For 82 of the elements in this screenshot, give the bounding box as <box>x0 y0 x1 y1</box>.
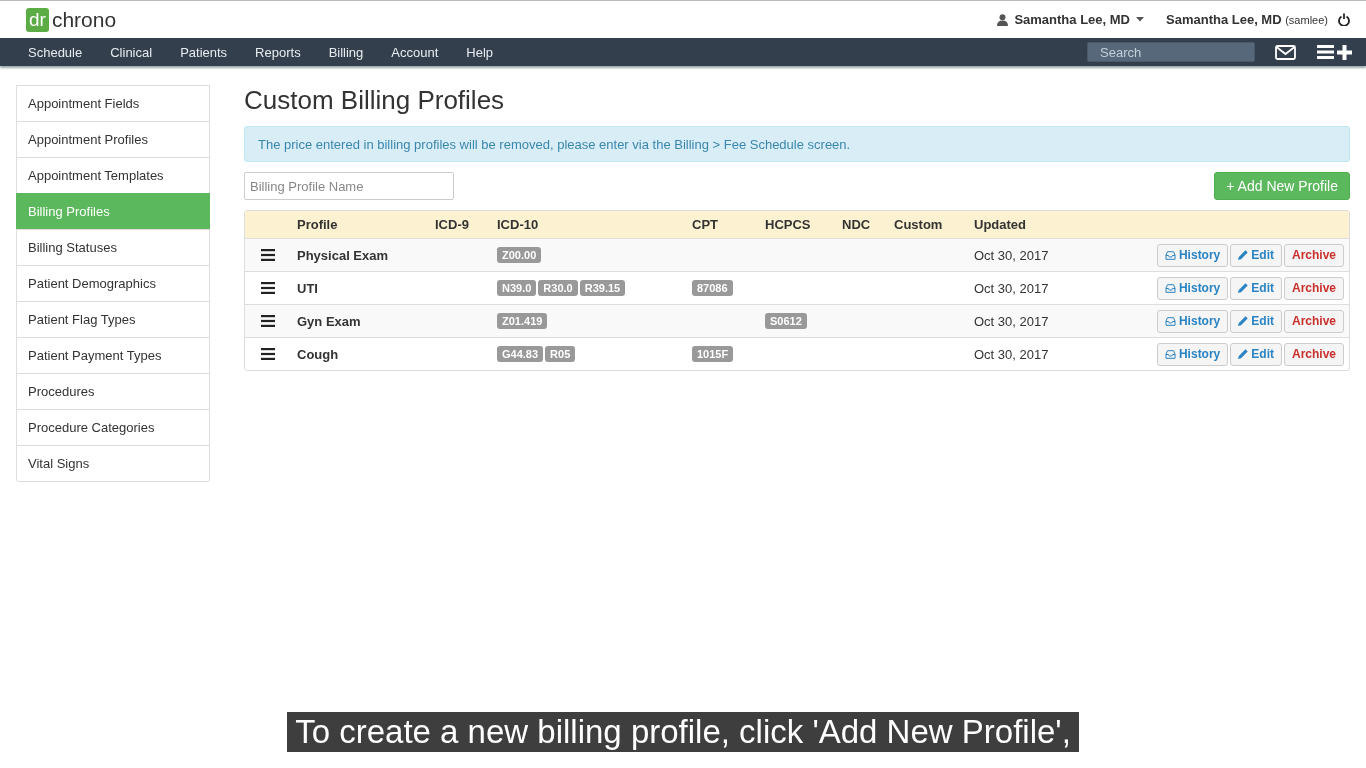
code-tag: R30.0 <box>538 280 578 296</box>
page-title: Custom Billing Profiles <box>244 86 506 114</box>
sidebar-item[interactable]: Procedure Categories <box>16 409 210 446</box>
pencil-icon <box>1238 250 1249 260</box>
logo-text: chrono <box>51 7 117 32</box>
nav-link[interactable]: Help <box>452 44 508 60</box>
nav-link[interactable]: Account <box>377 44 453 60</box>
profile-name: Gyn Exam <box>297 313 361 329</box>
column-header: Updated <box>974 217 1026 232</box>
menu-icon[interactable] <box>1317 45 1334 59</box>
account-name: Samantha Lee, MD (samlee) <box>1166 12 1328 27</box>
updated-date: Oct 30, 2017 <box>974 247 1049 263</box>
archive-button[interactable]: Archive <box>1283 342 1344 366</box>
column-header: CPT <box>692 217 718 232</box>
sidebar-item[interactable]: Billing Statuses <box>16 229 210 266</box>
profile-name-field[interactable]: Billing Profile Name <box>244 172 454 200</box>
sidebar-item[interactable]: Patient Flag Types <box>16 301 210 338</box>
column-header: ICD-10 <box>497 217 539 232</box>
inbox-icon <box>1164 283 1176 293</box>
history-button[interactable]: History <box>1156 342 1229 366</box>
edit-button[interactable]: Edit <box>1230 276 1282 300</box>
inbox-icon <box>1164 250 1176 260</box>
pencil-icon <box>1238 283 1249 293</box>
sidebar-item[interactable]: Vital Signs <box>16 445 210 482</box>
code-tag: G44.83 <box>497 346 544 362</box>
logo-mark: dr <box>26 7 49 32</box>
drag-handle-icon[interactable] <box>261 282 275 294</box>
profile-name: Physical Exam <box>297 247 389 263</box>
nav-link[interactable]: Reports <box>241 44 315 60</box>
updated-date: Oct 30, 2017 <box>974 313 1049 329</box>
nav-link[interactable]: Clinical <box>96 44 167 60</box>
info-alert: The price entered in billing profiles will be removed, please enter via the Billing > Fee Schedule screen. <box>244 126 1350 162</box>
code-tag: 87086 <box>692 280 733 296</box>
archive-button[interactable]: Archive <box>1283 309 1344 333</box>
inbox-icon <box>1164 316 1176 326</box>
archive-button[interactable]: Archive <box>1283 276 1344 300</box>
nav-link[interactable]: Schedule <box>14 44 97 60</box>
code-tag: 1015F <box>692 346 734 362</box>
code-tag: S0612 <box>765 313 807 329</box>
drag-handle-icon[interactable] <box>261 348 275 360</box>
power-icon[interactable] <box>1338 13 1350 26</box>
user-menu[interactable]: Samantha Lee, MD <box>997 12 1144 27</box>
column-header: HCPCS <box>765 217 811 232</box>
history-button[interactable]: History <box>1156 276 1229 300</box>
edit-button[interactable]: Edit <box>1230 309 1282 333</box>
updated-date: Oct 30, 2017 <box>974 346 1049 362</box>
code-tag: Z00.00 <box>497 247 542 263</box>
archive-button[interactable]: Archive <box>1283 243 1344 267</box>
history-button[interactable]: History <box>1156 243 1229 267</box>
sidebar-item[interactable]: Appointment Templates <box>16 157 210 194</box>
code-tag: Z01.419 <box>497 313 548 329</box>
column-header: Custom <box>894 217 943 232</box>
sidebar-item[interactable]: Procedures <box>16 373 210 410</box>
plus-icon[interactable] <box>1337 44 1352 60</box>
caret-icon <box>1136 17 1144 22</box>
sidebar-item[interactable]: Patient Payment Types <box>16 337 210 374</box>
user-icon <box>997 13 1009 26</box>
drag-handle-icon[interactable] <box>261 249 275 261</box>
pencil-icon <box>1238 349 1249 359</box>
sidebar-item[interactable]: Patient Demographics <box>16 265 210 302</box>
column-header: ICD-9 <box>435 217 469 232</box>
updated-date: Oct 30, 2017 <box>974 280 1049 296</box>
profile-name: UTI <box>297 280 318 296</box>
column-header: NDC <box>842 217 871 232</box>
pencil-icon <box>1238 316 1249 326</box>
history-button[interactable]: History <box>1156 309 1229 333</box>
column-header: Profile <box>297 217 338 232</box>
nav-link[interactable]: Billing <box>314 44 378 60</box>
code-tag: N39.0 <box>497 280 537 296</box>
nav-link[interactable]: Patients <box>166 44 242 60</box>
mail-icon[interactable] <box>1275 44 1296 60</box>
drag-handle-icon[interactable] <box>261 315 275 327</box>
search-field[interactable]: Search <box>1087 42 1255 62</box>
edit-button[interactable]: Edit <box>1230 243 1282 267</box>
inbox-icon <box>1164 349 1176 359</box>
sidebar-item[interactable]: Appointment Fields <box>16 85 210 122</box>
code-tag: R39.15 <box>579 280 626 296</box>
profile-name: Cough <box>297 346 339 362</box>
edit-button[interactable]: Edit <box>1230 342 1282 366</box>
video-caption: To create a new billing profile, click 'Add New Profile', <box>287 712 1079 752</box>
sidebar-item[interactable]: Appointment Profiles <box>16 121 210 158</box>
code-tag: R05 <box>545 346 576 362</box>
